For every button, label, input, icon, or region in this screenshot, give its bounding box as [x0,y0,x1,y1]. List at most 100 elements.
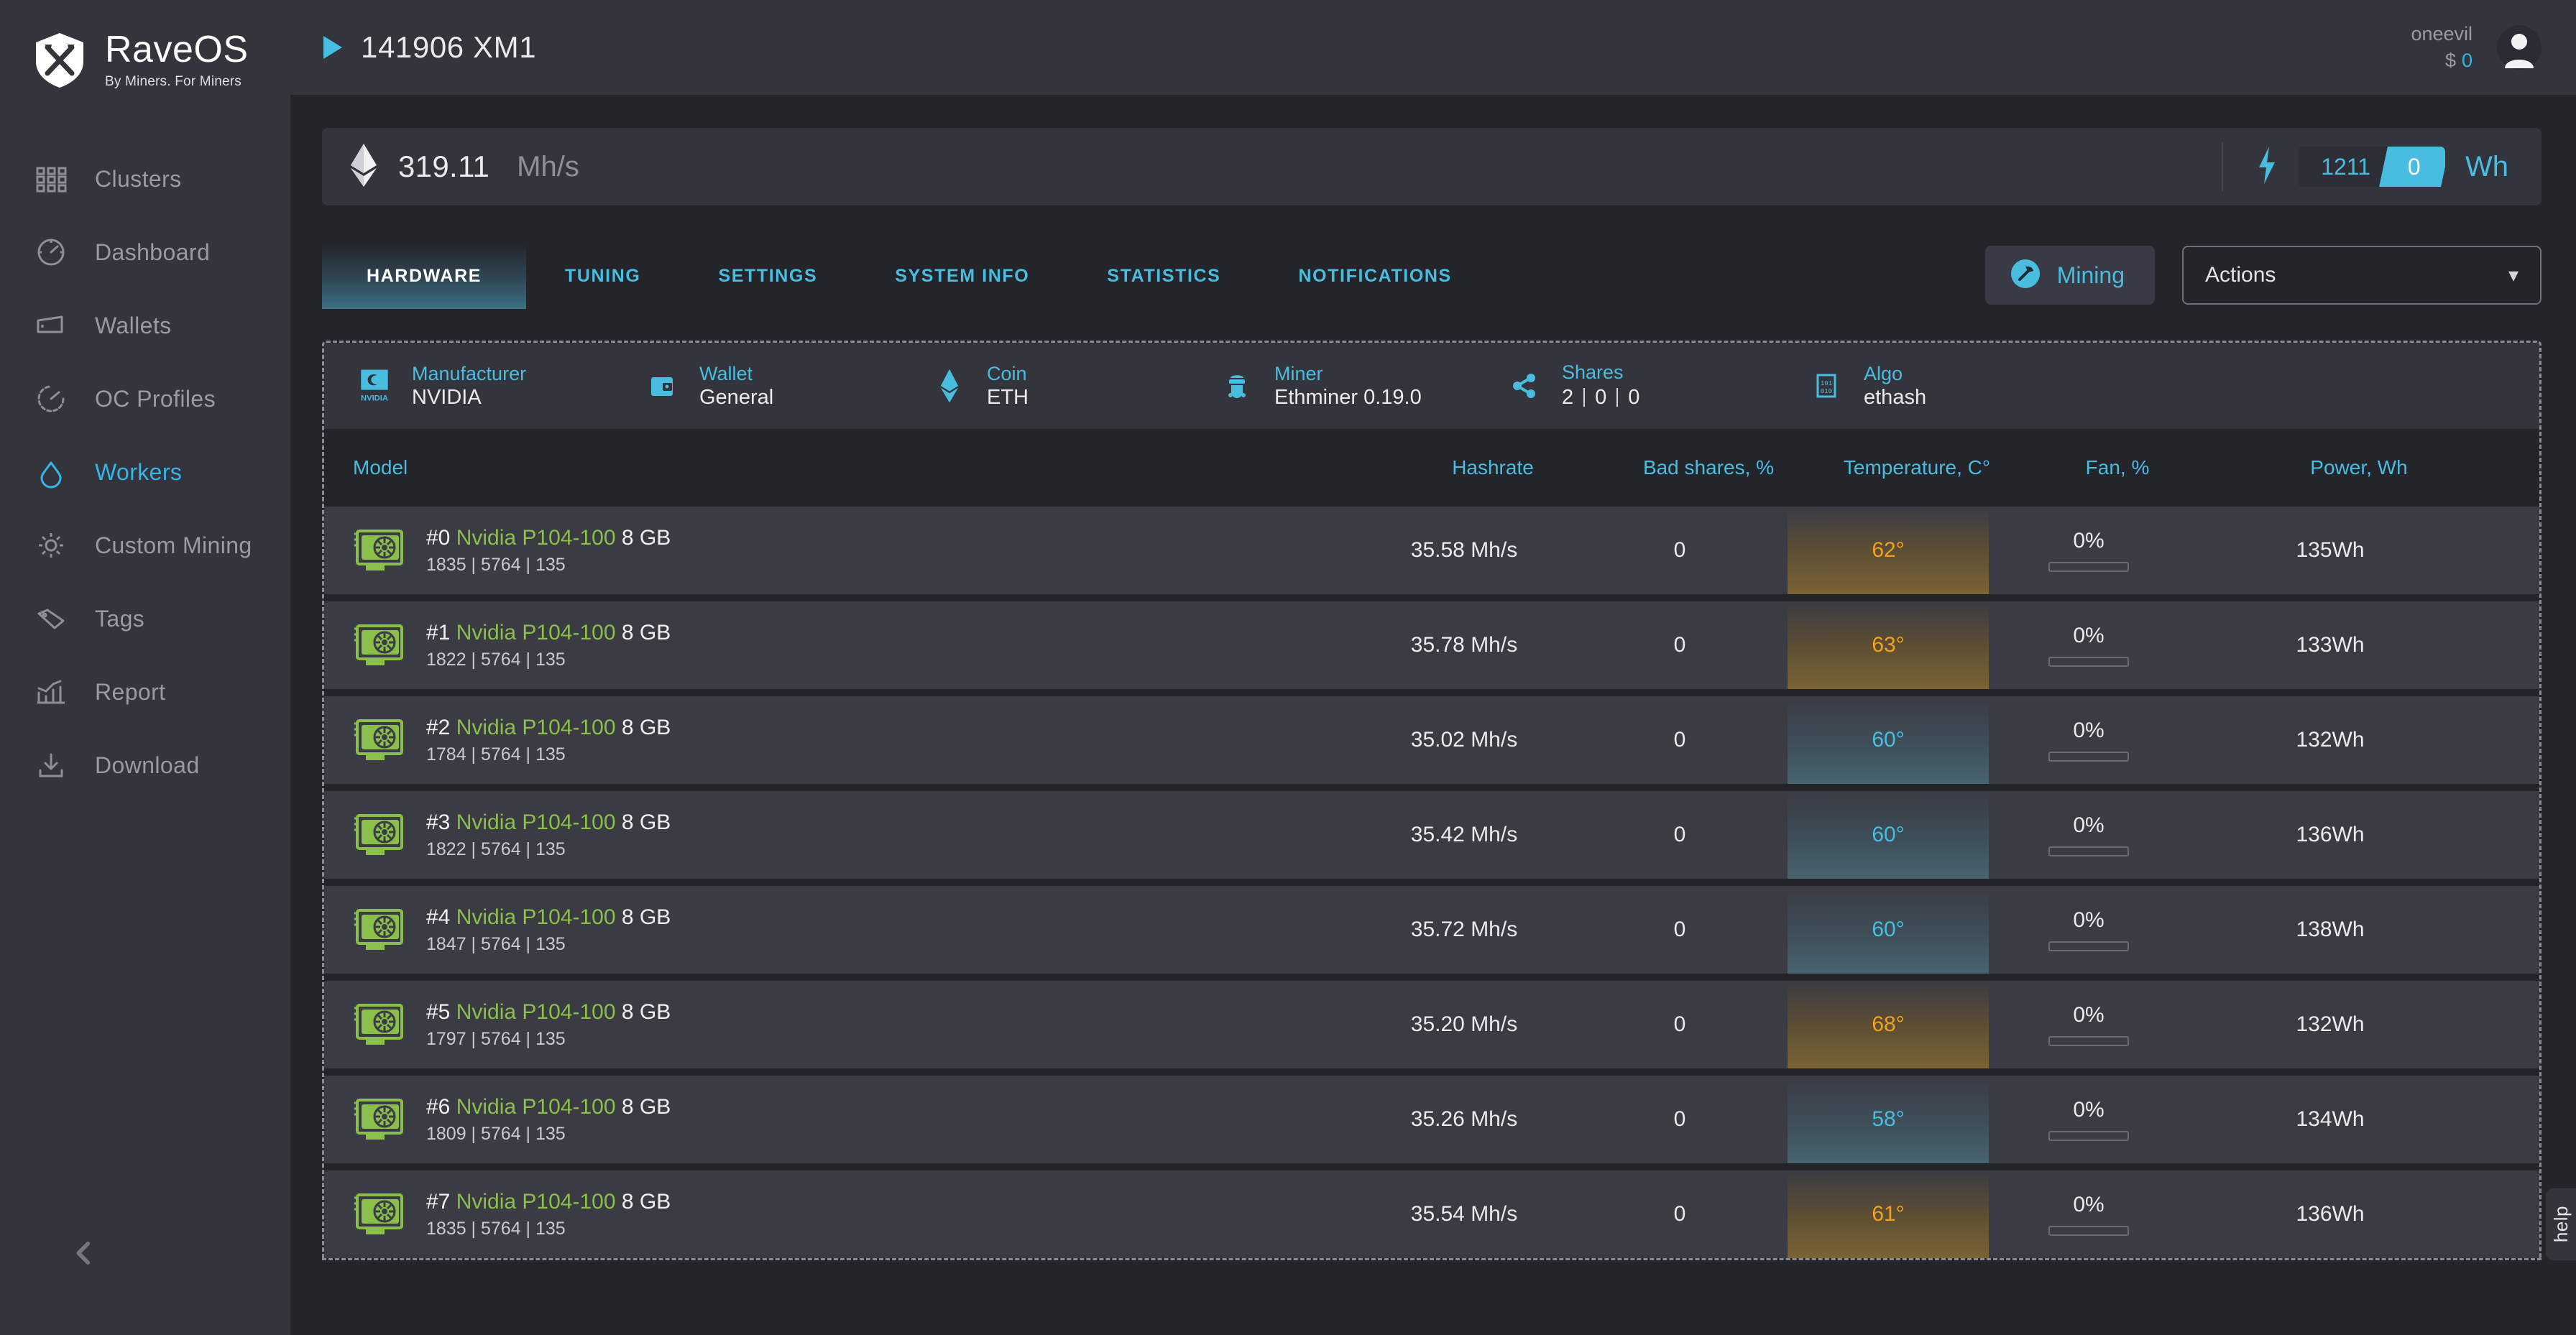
top-bar: 141906 XM1 oneevil $0 [290,0,2576,95]
gpu-power-cell: 133Wh [2189,601,2472,689]
pickaxe-circle-icon [2010,258,2041,293]
gpu-card-icon [353,1002,408,1047]
gpu-clocks: 1847 | 5764 | 135 [426,934,671,955]
table-row[interactable]: #3 Nvidia P104-100 8 GB1822 | 5764 | 135… [324,791,2539,879]
bar-chart-icon [32,673,70,711]
sidebar-item-custom-mining[interactable]: Custom Mining [0,509,290,582]
gpu-bad-shares-cell: 0 [1572,981,1788,1068]
tab-statistics[interactable]: STATISTICS [1068,243,1259,309]
gpu-fan-cell: 0% [1989,696,2189,784]
ethereum-icon [928,364,971,407]
gpu-hashrate-cell: 35.54 Mh/s [1356,1170,1572,1258]
mining-button[interactable]: Mining [1985,246,2155,305]
tab-tuning[interactable]: TUNING [526,243,679,309]
shield-pickaxe-icon [33,32,86,89]
table-row[interactable]: #5 Nvidia P104-100 8 GB1797 | 5764 | 135… [324,981,2539,1068]
gpu-fan-cell: 0% [1989,507,2189,594]
gpu-clocks: 1835 | 5764 | 135 [426,1219,671,1239]
miner-robot-icon [1215,364,1259,407]
actions-dropdown[interactable]: Actions ▾ [2182,246,2542,305]
info-label: Shares [1562,362,1639,382]
info-value: ethash [1864,387,1926,408]
info-value: 200 [1562,386,1639,410]
sidebar-item-tags[interactable]: Tags [0,582,290,655]
gpu-title: #6 Nvidia P104-100 8 GB [426,1095,671,1119]
drop-icon [32,453,70,491]
sidebar-item-wallets[interactable]: Wallets [0,289,290,362]
user-area[interactable]: oneevil $0 [2411,23,2542,72]
column-header-model[interactable]: Model [353,456,1385,479]
info-value: NVIDIA [412,387,526,408]
gpu-power-cell: 132Wh [2189,981,2472,1068]
play-triangle-icon[interactable] [323,36,342,59]
gpu-hashrate-cell: 35.20 Mh/s [1356,981,1572,1068]
gpu-memory: 8 GB [622,1095,671,1119]
table-row[interactable]: #4 Nvidia P104-100 8 GB1847 | 5764 | 135… [324,886,2539,974]
tab-notifications[interactable]: NOTIFICATIONS [1259,243,1490,309]
help-tab[interactable]: help [2546,1188,2576,1260]
brand-logo-area[interactable]: RaveOS By Miners. For Miners [0,0,290,95]
gpu-fan-cell: 0% [1989,1170,2189,1258]
table-row[interactable]: #7 Nvidia P104-100 8 GB1835 | 5764 | 135… [324,1170,2539,1258]
gpu-title: #3 Nvidia P104-100 8 GB [426,810,671,835]
gpu-fan-bar [2048,657,2129,667]
sidebar-nav: Clusters Dashboard Wallets OC Profiles W… [0,142,290,802]
column-header-bad-shares[interactable]: Bad shares, % [1601,456,1816,479]
main-content: 141906 XM1 oneevil $0 319.11 Mh/s [290,0,2576,1335]
table-row[interactable]: #2 Nvidia P104-100 8 GB1784 | 5764 | 135… [324,696,2539,784]
wallet-icon [32,306,70,345]
column-header-hashrate[interactable]: Hashrate [1385,456,1601,479]
gpu-hashrate-cell: 35.26 Mh/s [1356,1076,1572,1163]
brand-name: RaveOS [105,31,249,68]
sidebar-item-download[interactable]: Download [0,729,290,802]
sidebar-item-report[interactable]: Report [0,655,290,729]
gpu-title: #2 Nvidia P104-100 8 GB [426,716,671,740]
tab-settings[interactable]: SETTINGS [679,243,856,309]
tab-system-info[interactable]: SYSTEM INFO [856,243,1068,309]
gpu-memory: 8 GB [622,716,671,739]
gpu-card-icon [353,528,408,573]
table-row[interactable]: #0 Nvidia P104-100 8 GB1835 | 5764 | 135… [324,507,2539,594]
column-header-fan[interactable]: Fan, % [2018,456,2217,479]
power-summary: 1211 0 Wh [2222,142,2508,191]
gpu-card-icon [353,718,408,762]
sidebar-item-workers[interactable]: Workers [0,435,290,509]
gpu-fan-value: 0% [2073,1098,2104,1122]
gpu-fan-value: 0% [2073,529,2104,553]
tab-hardware[interactable]: HARDWARE [322,243,526,309]
mining-button-label: Mining [2057,262,2125,289]
gpu-index: #7 [426,1190,450,1214]
table-row[interactable]: #6 Nvidia P104-100 8 GB1809 | 5764 | 135… [324,1076,2539,1163]
grid-icon [32,160,70,198]
gpu-card-icon [353,813,408,857]
column-header-power[interactable]: Power, Wh [2217,456,2501,479]
gpu-bad-shares-cell: 0 [1572,1076,1788,1163]
info-item-manufacturer: NVIDIA Manufacturer NVIDIA [353,364,640,409]
gpu-hashrate-cell: 35.78 Mh/s [1356,601,1572,689]
hardware-card: NVIDIA Manufacturer NVIDIA Wallet Genera… [322,341,2542,1260]
gpu-power-cell: 134Wh [2189,1076,2472,1163]
sidebar-item-dashboard[interactable]: Dashboard [0,216,290,289]
info-value: Ethminer 0.19.0 [1274,387,1422,408]
sidebar-collapse-button[interactable] [62,1230,108,1276]
gpu-memory: 8 GB [622,621,671,645]
sidebar-item-clusters[interactable]: Clusters [0,142,290,216]
sidebar-item-label: Dashboard [95,239,210,266]
wallet-icon [640,364,684,407]
sidebar-item-oc-profiles[interactable]: OC Profiles [0,362,290,435]
gpu-model-cell: #4 Nvidia P104-100 8 GB1847 | 5764 | 135 [324,886,1356,974]
user-balance: $0 [2445,50,2472,72]
chevron-down-icon: ▾ [2508,265,2518,285]
svg-text:101: 101 [1821,380,1832,387]
sidebar-item-label: Wallets [95,313,172,339]
column-header-temperature[interactable]: Temperature, C° [1816,456,2018,479]
gpu-fan-value: 0% [2073,1003,2104,1027]
info-item-wallet: Wallet General [640,364,928,409]
gpu-temperature-cell: 62° [1788,507,1989,594]
gpu-index: #3 [426,810,450,834]
table-header: Model Hashrate Bad shares, % Temperature… [324,429,2539,507]
gpu-temperature-cell: 58° [1788,1076,1989,1163]
avatar[interactable] [2497,25,2542,70]
download-icon [32,746,70,785]
table-row[interactable]: #1 Nvidia P104-100 8 GB1822 | 5764 | 135… [324,601,2539,689]
